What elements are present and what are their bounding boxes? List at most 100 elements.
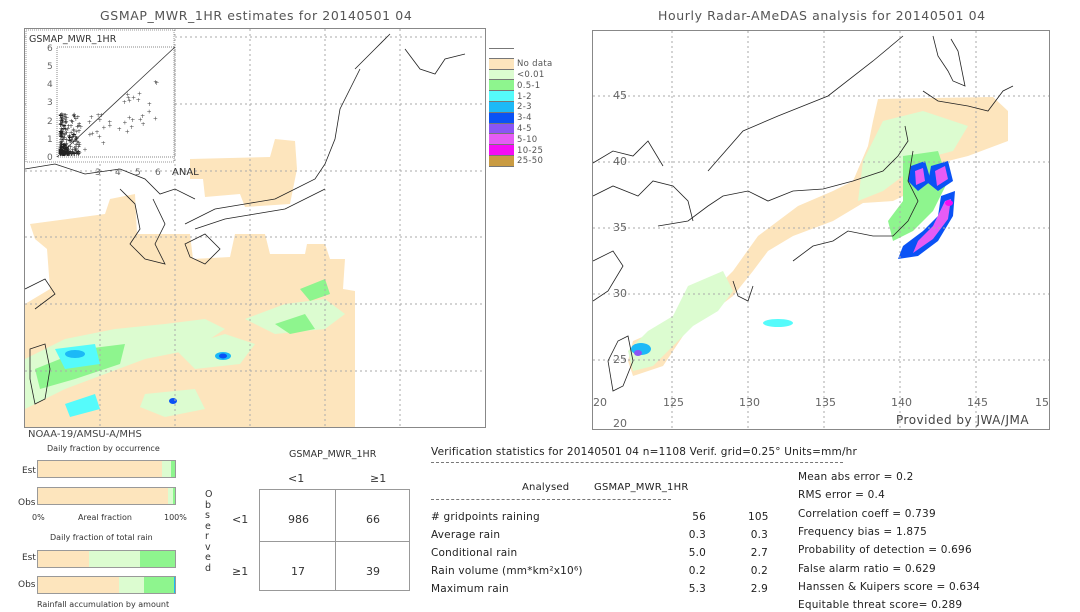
lat-tick: 30 [613,287,627,300]
verif-analysed: 56 [692,511,706,523]
legend-label: 4-5 [517,123,532,134]
analysis-coverage [628,271,733,371]
scatter-tick-x: 5 [135,168,141,178]
verif-score: Equitable threat score= 0.289 [798,599,963,612]
contingency-col-label: ≥1 [370,472,387,485]
occurrence-obs-bar [37,487,176,505]
scatter-point: + [59,111,64,118]
col-analysed: Analysed [522,482,570,493]
legend-swatch [489,145,514,156]
legend-item: 2-3 [489,101,553,113]
scatter-point: + [101,140,106,147]
verif-model: 0.2 [750,565,768,577]
bar-segment [118,577,145,593]
scatter-point: + [136,97,141,104]
scatter-point: + [147,101,152,108]
radar-map-canvas: 45 40 35 30 25 20 20 125 130 135 140 145… [593,31,1049,429]
verif-label: Rain volume (mm*km²x10⁶) [431,565,583,577]
lon-tick: 140 [891,396,912,409]
scatter-tick-x: 4 [115,168,121,178]
lon-tick: 20 [593,396,607,409]
bar-segment [38,488,169,504]
legend-swatch [489,69,514,81]
legend-item: 10-25 [489,145,553,156]
contingency-row-label: <1 [232,513,249,526]
radar-amedas-map: 45 40 35 30 25 20 20 125 130 135 140 145… [592,30,1050,430]
legend-swatch [489,123,514,135]
scatter-point: + [60,134,65,141]
rainfall-footer: Rainfall accumulation by amount [37,600,170,609]
right-map-title: Hourly Radar-AMeDAS analysis for 2014050… [658,8,986,23]
contingency-cell: 17 [291,565,305,578]
legend-swatch [489,155,514,167]
scatter-point: + [122,119,127,126]
scatter-point: + [138,117,143,124]
total-rain-title: Daily fraction of total rain [50,533,153,542]
bar-segment [172,488,175,504]
legend-swatch [489,91,514,102]
contingency-row-label: ≥1 [232,565,249,578]
legend-label: <0.01 [517,69,545,80]
scatter-tick-y: 5 [47,62,53,72]
legend-item: 1-2 [489,91,553,102]
rain-obs-bar [37,576,176,594]
scatter-point: + [131,95,136,102]
contingency-table [259,489,410,591]
lon-tick: 125 [663,396,684,409]
lat-tick: 45 [613,89,627,102]
bar-segment [170,461,175,477]
contingency-cell: 39 [366,565,380,578]
divider [431,499,671,500]
lat-tick: 40 [613,155,627,168]
legend-label: No data [517,59,553,70]
scatter-tick-y: 4 [47,80,53,90]
legend-item [489,48,553,59]
scatter-point: + [60,118,65,125]
verif-analysed: 0.2 [688,565,706,577]
verif-label: Conditional rain [431,547,518,559]
verif-label: # gridpoints raining [431,511,540,523]
bar-segment [38,461,162,477]
legend-label: 0.5-1 [517,80,541,91]
est-label: Est [22,466,36,476]
contingency-col-label: <1 [288,472,305,485]
verif-model: 105 [748,511,769,523]
legend-item: 5-10 [489,134,553,146]
verif-analysed: 0.3 [688,529,706,541]
obs-label: Obs [18,580,36,590]
bar-segment [161,461,171,477]
scatter-point: + [74,128,79,135]
scatter-point: + [89,114,94,121]
verif-score: Frequency bias = 1.875 [798,525,928,538]
scatter-point: + [125,92,130,99]
contingency-cell: 986 [288,513,309,526]
lon-tick: 145 [967,396,988,409]
verif-score: Hanssen & Kuipers score = 0.634 [798,580,981,593]
scatter-point: + [64,127,69,134]
lon-tick: 130 [739,396,760,409]
legend-label: 5-10 [517,134,538,145]
sensor-label: NOAA-19/AMSU-A/MHS [28,429,142,440]
data-credit: Provided by JWA/JMA [896,413,1029,427]
bar-segment [38,551,89,567]
bar-segment [88,551,141,567]
verif-score: Mean abs error = 0.2 [798,471,914,483]
gsmap-map-canvas: +++++++++++++++++++++++++++++++++++ +++++… [25,29,485,427]
est-label: Est [22,553,36,563]
verif-label: Average rain [431,529,501,541]
verif-score: False alarm ratio = 0.629 [798,562,936,575]
legend-swatch [489,58,514,70]
occurrence-title: Daily fraction by occurrence [47,444,160,453]
verif-model: 2.9 [750,583,768,595]
legend-swatch [489,134,514,146]
verification-header: Verification statistics for 20140501 04 … [431,446,858,458]
legend-swatch [489,101,514,113]
color-legend: No data <0.01 0.5-1 1-2 2-3 3-4 4-5 5-10 10-25 25… [489,48,553,167]
observed-label: Observed [205,489,213,574]
scatter-point: + [82,147,87,154]
scatter-point: + [117,126,122,133]
scatter-point: + [96,112,101,119]
legend-label: 1-2 [517,91,532,102]
lat-tick: 35 [613,221,627,234]
legend-item: No data [489,58,553,70]
